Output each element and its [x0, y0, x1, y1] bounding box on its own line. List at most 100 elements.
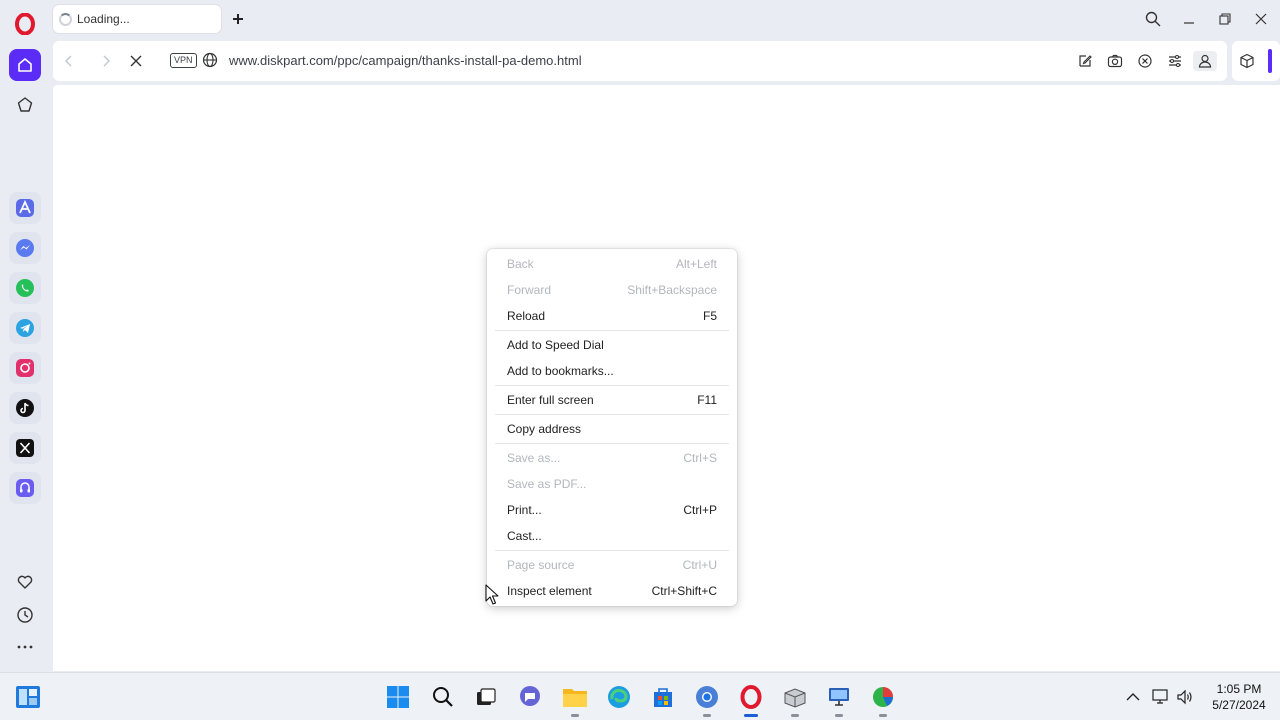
menu-item-page-source[interactable]: Page source Ctrl+U [487, 552, 737, 578]
menu-item-add-to-bookmarks[interactable]: Add to bookmarks... [487, 358, 737, 384]
menu-item-cast[interactable]: Cast... [487, 523, 737, 549]
chevron-right-icon [103, 55, 110, 67]
menu-item-save-as[interactable]: Save as... Ctrl+S [487, 445, 737, 471]
plus-icon [233, 14, 243, 24]
profile-button[interactable] [1193, 51, 1217, 71]
sidebar-app-player[interactable] [9, 472, 41, 504]
running-indicator [879, 714, 887, 717]
store-icon [654, 688, 672, 707]
menu-item-save-as-pdf[interactable]: Save as PDF... [487, 471, 737, 497]
menu-item-label: Print... [507, 503, 542, 517]
start-button[interactable] [384, 683, 412, 711]
restore-button[interactable] [1214, 8, 1236, 30]
chrome-button[interactable] [693, 683, 721, 717]
user-icon [1198, 54, 1212, 68]
running-indicator [703, 714, 711, 717]
app-box-button[interactable] [781, 683, 809, 717]
stop-loading-button[interactable] [126, 51, 146, 71]
favorites-button[interactable] [9, 566, 41, 598]
menu-item-label: Add to Speed Dial [507, 338, 604, 352]
camera-button[interactable] [1105, 51, 1125, 71]
minimize-button[interactable] [1178, 8, 1200, 30]
menu-item-copy-address[interactable]: Copy address [487, 416, 737, 442]
menu-item-shortcut: F5 [702, 309, 717, 323]
more-button[interactable] [9, 631, 41, 663]
extensions-button[interactable] [1237, 51, 1257, 71]
menu-item-shortcut: Ctrl+Shift+C [651, 584, 717, 598]
volume-button[interactable] [1175, 687, 1195, 707]
easy-setup-button[interactable] [1165, 51, 1185, 71]
remote-desktop-button[interactable] [825, 683, 853, 717]
teams-chat-button[interactable] [516, 683, 544, 711]
menu-item-back[interactable]: Back Alt+Left [487, 251, 737, 277]
menu-item-label: Inspect element [507, 584, 592, 598]
menu-item-add-to-speed-dial[interactable]: Add to Speed Dial [487, 332, 737, 358]
sidebar-app-tiktok[interactable] [9, 392, 41, 424]
tab-active[interactable]: Loading... [53, 5, 221, 33]
opera-taskbar-button[interactable] [737, 683, 765, 717]
globe-icon[interactable] [202, 52, 218, 68]
menu-item-shortcut: Ctrl+P [683, 503, 717, 517]
chrome-icon [696, 686, 718, 708]
snapshot-edit-button[interactable] [1075, 51, 1095, 71]
sidebar-app-x[interactable] [9, 432, 41, 464]
sidebar-app-messenger[interactable] [9, 232, 41, 264]
file-explorer-button[interactable] [561, 683, 589, 717]
menu-item-label: Save as PDF... [507, 477, 587, 491]
stop-icon [130, 55, 142, 67]
menu-item-shortcut: Ctrl+S [683, 451, 717, 465]
sidebar-app-instagram[interactable] [9, 352, 41, 384]
search-tabs-button[interactable] [1142, 8, 1164, 30]
menu-item-label: Back [507, 257, 534, 271]
folder-icon [563, 689, 587, 707]
address-toolbar: VPN www.diskpart.com/ppc/campaign/thanks… [53, 41, 1227, 81]
menu-item-label: Reload [507, 309, 546, 323]
new-tab-button[interactable] [230, 11, 246, 27]
tab-title: Loading... [77, 12, 130, 26]
menu-item-inspect-element[interactable]: Inspect element Ctrl+Shift+C [487, 578, 737, 604]
search-icon [1145, 11, 1161, 27]
chevron-left-icon [65, 55, 72, 67]
system-clock[interactable]: 1:05 PM 5/27/2024 [1204, 681, 1274, 713]
sidebar-app-whatsapp[interactable] [9, 272, 41, 304]
menu-item-reload[interactable]: Reload F5 [487, 303, 737, 329]
forward-button[interactable] [96, 51, 116, 71]
chat-icon [520, 686, 540, 706]
running-indicator [791, 714, 799, 717]
edge-button[interactable] [605, 683, 633, 711]
sidebar-app-telegram[interactable] [9, 312, 41, 344]
clock-time: 1:05 PM [1216, 682, 1262, 696]
extensions-area [1232, 41, 1280, 81]
active-indicator [744, 714, 758, 717]
vpn-badge[interactable]: VPN [170, 53, 197, 68]
close-window-button[interactable] [1250, 8, 1272, 30]
heart-icon [17, 575, 33, 589]
restore-icon [1219, 13, 1231, 25]
back-button[interactable] [59, 51, 79, 71]
menu-item-shortcut: Ctrl+U [682, 558, 717, 572]
show-hidden-icons-button[interactable] [1123, 687, 1143, 707]
home-button[interactable] [9, 49, 41, 81]
messenger-icon [16, 239, 34, 257]
sidebar-app-aria[interactable] [9, 192, 41, 224]
store-button[interactable] [649, 683, 677, 711]
menu-item-label: Cast... [507, 529, 542, 543]
menu-item-label: Copy address [507, 422, 582, 436]
network-monitor-icon [1152, 689, 1168, 704]
menu-item-forward[interactable]: Forward Shift+Backspace [487, 277, 737, 303]
speed-dial-button[interactable] [9, 89, 41, 121]
package-icon [784, 688, 806, 708]
network-button[interactable] [1151, 687, 1171, 707]
partition-app-button[interactable] [869, 683, 897, 717]
task-view-button[interactable] [472, 683, 500, 711]
history-button[interactable] [9, 599, 41, 631]
menu-item-enter-full-screen[interactable]: Enter full screen F11 [487, 387, 737, 413]
widgets-button[interactable] [14, 683, 42, 711]
url-field[interactable]: www.diskpart.com/ppc/campaign/thanks-ins… [229, 53, 582, 68]
menu-item-print[interactable]: Print... Ctrl+P [487, 497, 737, 523]
opera-logo-icon[interactable] [14, 13, 36, 35]
taskbar-search-button[interactable] [429, 683, 457, 711]
adblock-button[interactable] [1135, 51, 1155, 71]
menu-item-label: Save as... [507, 451, 561, 465]
sidebar-toggle-indicator[interactable] [1268, 49, 1272, 73]
